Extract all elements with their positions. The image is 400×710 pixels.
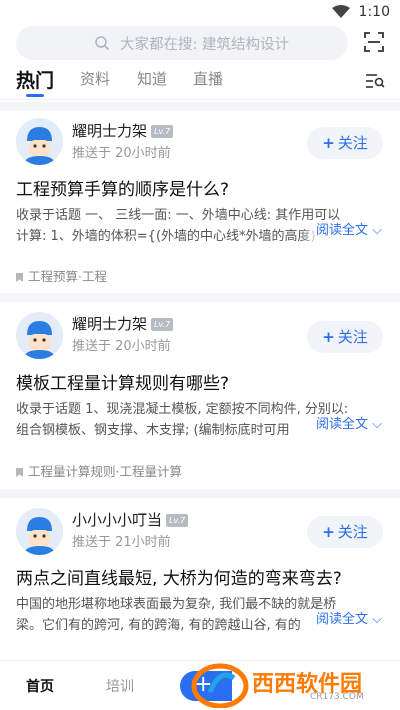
author-name[interactable]: 小小小小叮当 Lv.7 — [72, 509, 189, 530]
worker-avatar-icon — [16, 508, 63, 555]
post-title[interactable]: 两点之间直线最短, 大桥为何造的弯来弯去? — [16, 564, 342, 589]
search-placeholder: 大家都在搜: 建筑结构设计 — [120, 37, 289, 53]
tab-materials[interactable]: 资料 — [80, 68, 110, 89]
plus-icon: + — [322, 523, 335, 541]
wifi-icon — [332, 5, 350, 18]
separator — [0, 102, 400, 111]
author-name-text: 小小小小叮当 — [72, 511, 163, 529]
watermark: 西西软件园 CR173.COM — [190, 662, 398, 708]
tab-know[interactable]: 知道 — [137, 68, 167, 89]
watermark-logo — [191, 663, 249, 708]
level-badge: Lv.7 — [151, 318, 174, 331]
bookmark-icon — [16, 273, 23, 282]
bookmark-icon — [16, 468, 23, 477]
post-title[interactable]: 工程预算手算的顺序是什么? — [16, 175, 229, 200]
tab-live[interactable]: 直播 — [193, 68, 223, 89]
separator — [0, 489, 400, 498]
post-tags[interactable]: 工程量计算规则·工程量计算 — [16, 461, 182, 480]
post-card[interactable]: 耀明士力架 Lv.7 推送于 20小时前 + 关注 工程预算手算的顺序是什么? 收录… — [0, 111, 400, 291]
worker-avatar-icon — [16, 312, 63, 359]
chevron-down-icon: ⌵ — [368, 612, 383, 627]
tab-bar: 热门 资料 知道 直播 — [0, 64, 400, 100]
status-time: 1:10 — [358, 4, 390, 20]
chevron-down-icon: ⌵ — [368, 223, 383, 238]
follow-label: 关注 — [337, 134, 368, 152]
post-title[interactable]: 模板工程量计算规则有哪些? — [16, 369, 229, 394]
author-name[interactable]: 耀明士力架 Lv.7 — [72, 120, 174, 141]
avatar[interactable] — [16, 118, 63, 165]
read-more-link[interactable]: 阅读全文 ⌵ — [300, 609, 390, 631]
active-tab-indicator — [26, 94, 44, 97]
tag-text: 工程预算·工程 — [28, 269, 107, 284]
post-time: 推送于 20小时前 — [72, 339, 171, 354]
status-bar: 1:10 — [0, 0, 400, 24]
post-card[interactable]: 耀明士力架 Lv.7 推送于 20小时前 + 关注 模板工程量计算规则有哪些? 收录… — [0, 302, 400, 487]
plus-icon: + — [322, 134, 335, 152]
level-badge: Lv.7 — [166, 514, 189, 527]
post-tags[interactable]: 工程预算·工程 — [16, 266, 107, 285]
follow-button[interactable]: + 关注 — [307, 321, 383, 353]
search-row: 大家都在搜: 建筑结构设计 — [0, 26, 400, 62]
post-time: 推送于 21小时前 — [72, 535, 171, 550]
author-name-text: 耀明士力架 — [72, 122, 148, 140]
author-name-text: 耀明士力架 — [72, 315, 148, 333]
nav-training[interactable]: 培训 — [106, 676, 134, 696]
read-more-label: 阅读全文 — [316, 417, 369, 432]
read-more-label: 阅读全文 — [316, 223, 369, 238]
level-badge: Lv.7 — [151, 125, 174, 138]
plus-icon: + — [322, 328, 335, 346]
watermark-subtext: CR173.COM — [310, 692, 364, 702]
follow-button[interactable]: + 关注 — [307, 127, 383, 159]
post-card[interactable]: 小小小小叮当 Lv.7 推送于 21小时前 + 关注 两点之间直线最短, 大桥为何造… — [0, 498, 400, 660]
separator — [0, 293, 400, 302]
follow-button[interactable]: + 关注 — [307, 516, 383, 548]
read-more-link[interactable]: 阅读全文 ⌵ — [300, 220, 390, 242]
tab-hot[interactable]: 热门 — [16, 66, 54, 93]
filter-search-icon[interactable] — [365, 73, 385, 89]
follow-label: 关注 — [337, 523, 368, 541]
avatar[interactable] — [16, 312, 63, 359]
avatar[interactable] — [16, 508, 63, 555]
chevron-down-icon: ⌵ — [368, 417, 383, 432]
worker-avatar-icon — [16, 118, 63, 165]
author-name[interactable]: 耀明士力架 Lv.7 — [72, 313, 174, 334]
read-more-label: 阅读全文 — [316, 612, 369, 627]
post-time: 推送于 20小时前 — [72, 146, 171, 161]
nav-home[interactable]: 首页 — [26, 676, 54, 696]
search-input[interactable]: 大家都在搜: 建筑结构设计 — [16, 26, 348, 60]
read-more-link[interactable]: 阅读全文 ⌵ — [300, 414, 390, 436]
follow-label: 关注 — [337, 328, 368, 346]
tag-text: 工程量计算规则·工程量计算 — [28, 464, 182, 479]
search-icon — [95, 36, 110, 51]
scan-icon[interactable] — [364, 32, 384, 52]
